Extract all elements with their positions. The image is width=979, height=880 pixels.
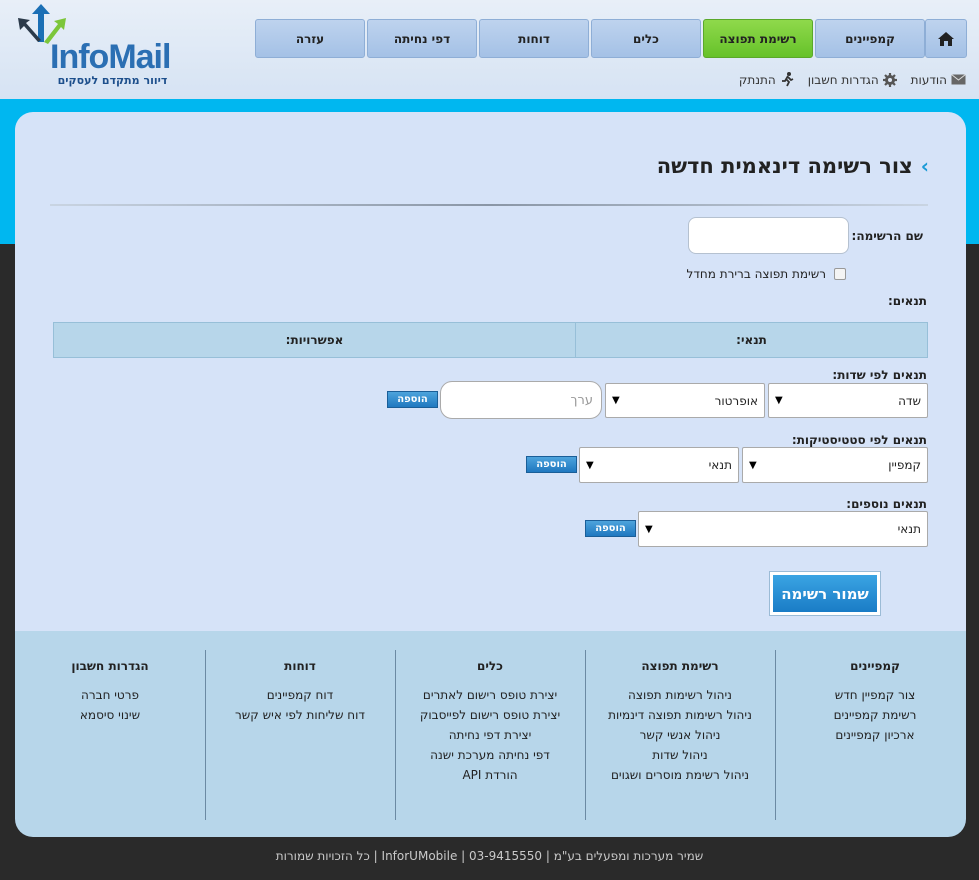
footer-link[interactable]: שינוי סיסמא bbox=[15, 705, 205, 725]
footer-link[interactable]: ניהול אנשי קשר bbox=[585, 725, 775, 745]
dropdown-arrow-icon: ▼ bbox=[645, 523, 653, 535]
footer-column-reports: דוחות דוח קמפיינים דוח שליחות לפי איש קש… bbox=[205, 650, 395, 725]
footer-column-account-settings: הגדרות חשבון פרטי חברה שינוי סיסמא bbox=[15, 650, 205, 725]
page-title: › צור רשימה דינאמית חדשה bbox=[657, 154, 929, 178]
running-man-icon bbox=[780, 72, 794, 87]
dropdown-arrow-icon: ▼ bbox=[612, 395, 620, 406]
add-extra-condition-button[interactable]: הוספה bbox=[585, 520, 636, 537]
nav-mailing-list[interactable]: רשימת תפוצה bbox=[703, 19, 813, 58]
field-conditions-label: תנאים לפי שדות: bbox=[832, 368, 927, 382]
account-settings-link[interactable]: הגדרות חשבון bbox=[807, 72, 897, 87]
footer-divider bbox=[205, 650, 206, 820]
nav-help[interactable]: עזרה bbox=[255, 19, 365, 58]
value-input[interactable]: ערך bbox=[440, 381, 602, 419]
default-list-checkbox[interactable] bbox=[834, 268, 846, 280]
main-nav: קמפיינים רשימת תפוצה כלים דוחות דפי נחית… bbox=[253, 19, 967, 58]
operator-select[interactable]: אופרטור ▼ bbox=[605, 383, 765, 418]
list-name-label: שם הרשימה: bbox=[851, 229, 923, 243]
footer-link[interactable]: ניהול רשימות תפוצה bbox=[585, 685, 775, 705]
footer-heading: דוחות bbox=[284, 659, 316, 673]
footer-link[interactable]: רשימת קמפיינים bbox=[780, 705, 970, 725]
table-header-condition: תנאי: bbox=[575, 323, 927, 357]
footer-link[interactable]: דוח שליחות לפי איש קשר bbox=[205, 705, 395, 725]
add-field-condition-button[interactable]: הוספה bbox=[387, 391, 438, 408]
home-icon bbox=[938, 31, 954, 46]
logo-wordmark: InfoMail bbox=[50, 38, 171, 76]
footer-column-campaigns: קמפיינים צור קמפיין חדש רשימת קמפיינים א… bbox=[780, 650, 970, 745]
chevron-right-icon: › bbox=[920, 154, 929, 178]
stats-condition-select-value: תנאי bbox=[708, 458, 732, 472]
nav-home[interactable] bbox=[925, 19, 967, 58]
stats-condition-select[interactable]: תנאי ▼ bbox=[579, 447, 739, 483]
add-stats-condition-button[interactable]: הוספה bbox=[526, 456, 577, 473]
footer-heading: הגדרות חשבון bbox=[71, 659, 149, 673]
footer-link[interactable]: דוח קמפיינים bbox=[205, 685, 395, 705]
field-select-value: שדה bbox=[898, 393, 921, 408]
footer-heading: כלים bbox=[477, 659, 503, 673]
footer-divider bbox=[775, 650, 776, 820]
logout-label: התנתק bbox=[738, 72, 776, 87]
campaign-select[interactable]: קמפיין ▼ bbox=[742, 447, 928, 483]
utility-bar: הודעות הגדרות חשבון התנתק bbox=[725, 72, 966, 87]
footer-link[interactable]: פרטי חברה bbox=[15, 685, 205, 705]
footer-link[interactable]: צור קמפיין חדש bbox=[780, 685, 970, 705]
nav-tools[interactable]: כלים bbox=[591, 19, 701, 58]
footer-column-mailing-list: רשימת תפוצה ניהול רשימות תפוצה ניהול רשי… bbox=[585, 650, 775, 785]
list-name-input[interactable] bbox=[688, 217, 849, 254]
footer-column-tools: כלים יצירת טופס רישום לאתרים יצירת טופס … bbox=[395, 650, 585, 785]
default-list-checkbox-label: רשימת תפוצה ברירת מחדל bbox=[686, 267, 826, 281]
footer-heading: קמפיינים bbox=[850, 659, 900, 673]
footer-link[interactable]: ניהול שדות bbox=[585, 745, 775, 765]
footer-link[interactable]: ניהול רשימת מוסרים ושגוים bbox=[585, 765, 775, 785]
footer-divider bbox=[585, 650, 586, 820]
envelope-icon bbox=[951, 74, 966, 85]
dropdown-arrow-icon: ▼ bbox=[775, 395, 783, 406]
dropdown-arrow-icon: ▼ bbox=[586, 459, 594, 471]
nav-campaigns[interactable]: קמפיינים bbox=[815, 19, 925, 58]
logout-link[interactable]: התנתק bbox=[739, 72, 794, 87]
extra-conditions-label: תנאים נוספים: bbox=[846, 497, 927, 511]
footer-link[interactable]: ניהול רשימות תפוצה דינמיות bbox=[585, 705, 775, 725]
page-title-text: צור רשימה דינאמית חדשה bbox=[656, 154, 913, 178]
footer-link[interactable]: יצירת טופס רישום לפייסבוק bbox=[395, 705, 585, 725]
title-divider bbox=[50, 204, 928, 206]
operator-select-value: אופרטור bbox=[714, 393, 758, 408]
messages-link[interactable]: הודעות bbox=[911, 73, 966, 87]
header: InfoMail דיוור מתקדם לעסקים קמפיינים רשי… bbox=[0, 0, 979, 99]
extra-condition-select-value: תנאי bbox=[897, 522, 921, 536]
nav-landing-pages[interactable]: דפי נחיתה bbox=[367, 19, 477, 58]
footer-link[interactable]: יצירת דפי נחיתה bbox=[395, 725, 585, 745]
conditions-table: תנאי: אפשרויות: bbox=[53, 322, 928, 358]
infomail-logo[interactable]: InfoMail דיוור מתקדם לעסקים bbox=[14, 2, 171, 92]
nav-reports[interactable]: דוחות bbox=[479, 19, 589, 58]
campaign-select-value: קמפיין bbox=[888, 458, 921, 472]
footer-link[interactable]: יצירת טופס רישום לאתרים bbox=[395, 685, 585, 705]
messages-label: הודעות bbox=[910, 72, 947, 87]
settings-label: הגדרות חשבון bbox=[807, 72, 879, 87]
stats-conditions-label: תנאים לפי סטטיסטיקות: bbox=[791, 433, 927, 447]
logo-tagline: דיוור מתקדם לעסקים bbox=[57, 74, 168, 87]
footer-link[interactable]: דפי נחיתה מערכת ישנה bbox=[395, 745, 585, 765]
footer-heading: רשימת תפוצה bbox=[641, 659, 719, 673]
copyright-text: שמיר מערכות ומפעלים בע"מ | 03-9415550 | … bbox=[275, 849, 704, 863]
footer-link[interactable]: ארכיון קמפיינים bbox=[780, 725, 970, 745]
dropdown-arrow-icon: ▼ bbox=[749, 459, 757, 471]
value-input-placeholder: ערך bbox=[570, 392, 593, 408]
gear-icon bbox=[882, 72, 897, 87]
field-select[interactable]: שדה ▼ bbox=[768, 383, 928, 418]
save-list-button[interactable]: שמור רשימה bbox=[769, 571, 881, 616]
conditions-label: תנאים: bbox=[887, 294, 927, 308]
content-panel bbox=[15, 112, 966, 632]
table-header-options: אפשרויות: bbox=[285, 333, 344, 347]
extra-condition-select[interactable]: תנאי ▼ bbox=[638, 511, 928, 547]
footer-divider bbox=[395, 650, 396, 820]
footer-link[interactable]: הורדת API bbox=[395, 765, 585, 785]
